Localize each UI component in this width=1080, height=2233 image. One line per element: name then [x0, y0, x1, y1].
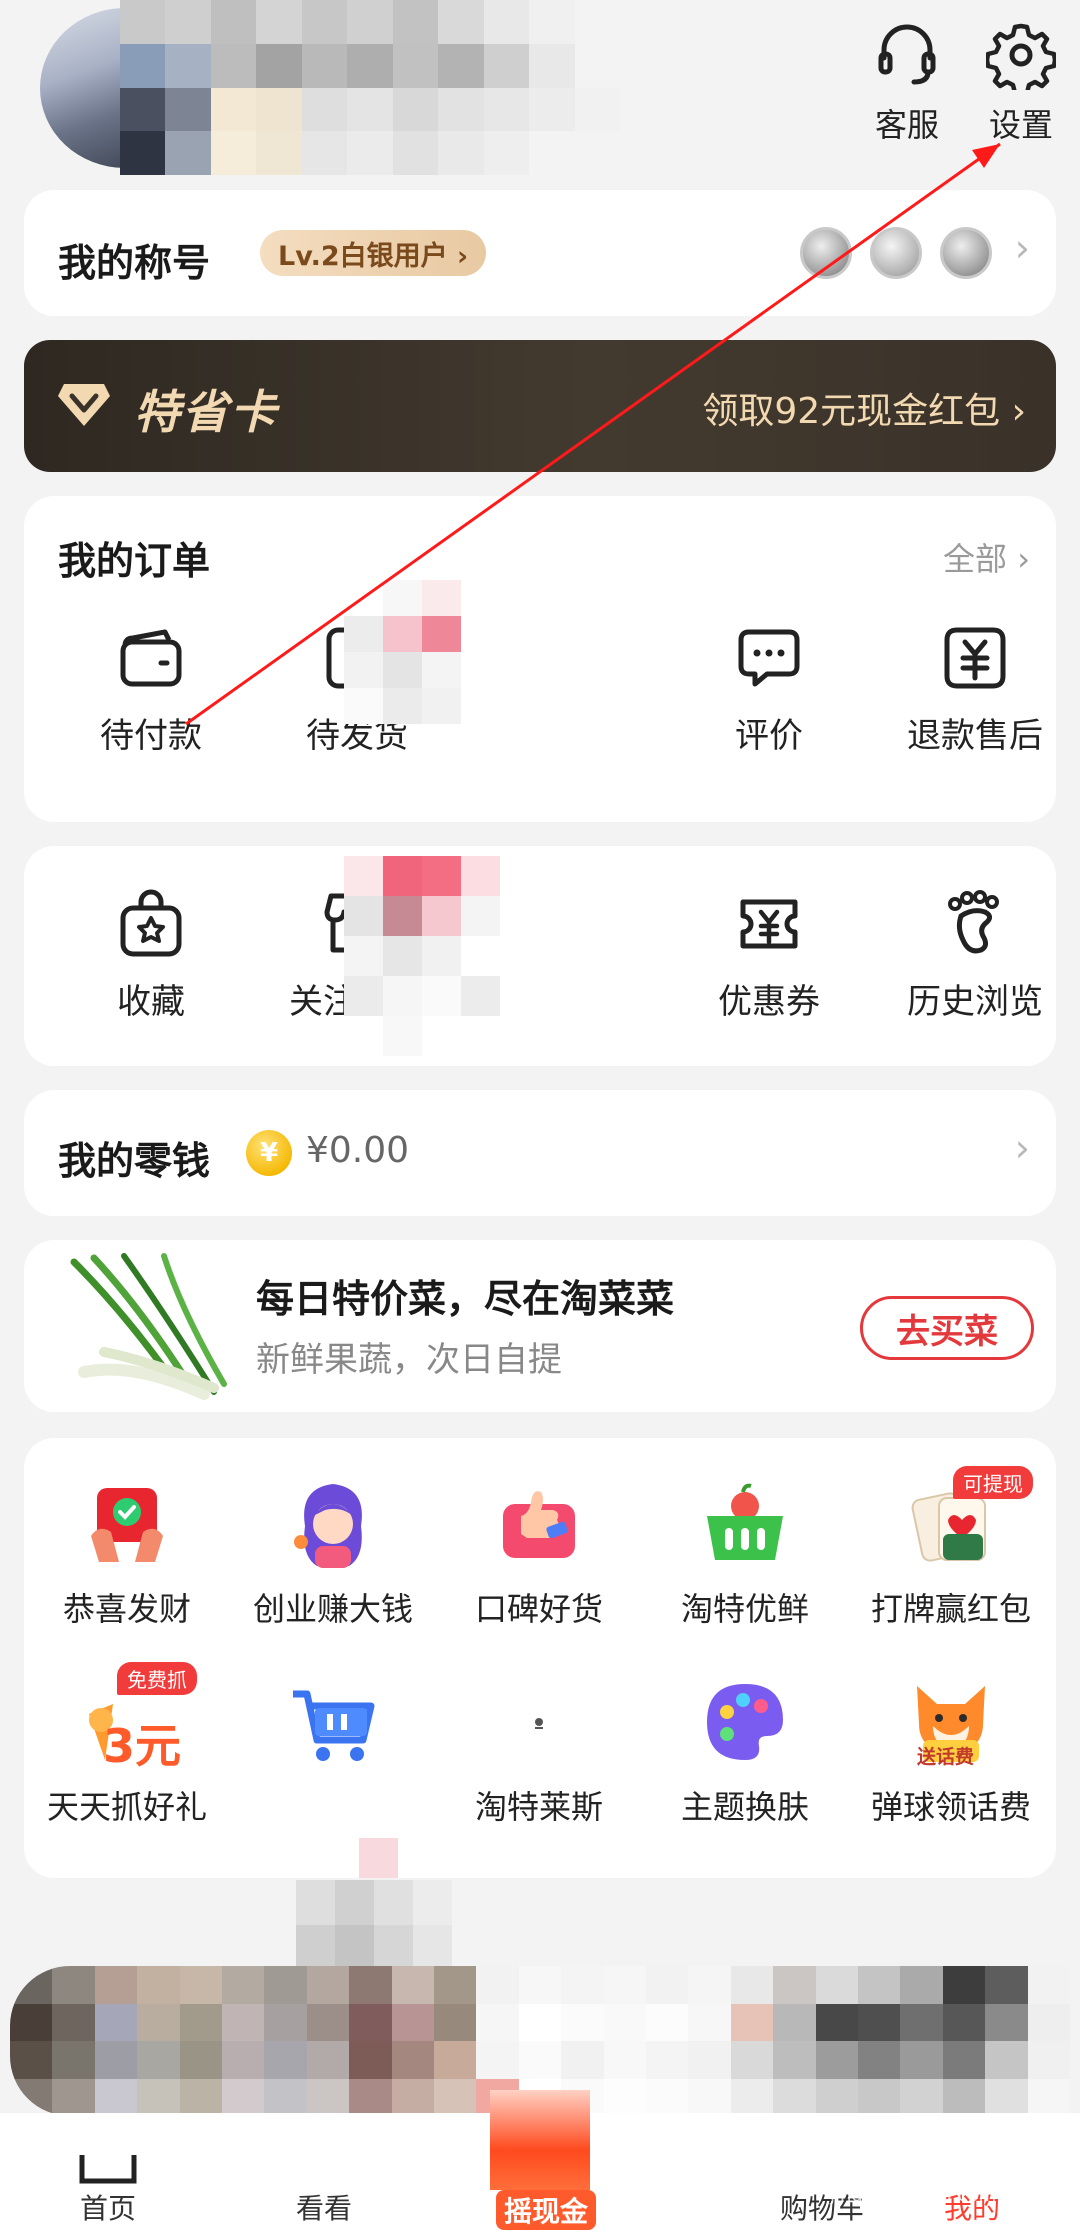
order-item-label: 退款售后: [907, 716, 1043, 756]
nav-home[interactable]: 首页: [8, 2113, 208, 2233]
free-grab-tag: 免费抓: [117, 1662, 197, 1695]
service-item[interactable]: 淘特莱斯: [436, 1674, 642, 1828]
order-review[interactable]: 评价: [674, 622, 864, 757]
service-label: 淘特莱斯: [474, 1788, 603, 1826]
footprint-icon: [948, 890, 999, 954]
level-badge[interactable]: Lv.2白银用户 ›: [260, 230, 487, 276]
favorites-item-label: 历史浏览: [907, 982, 1043, 1022]
customer-service-label: 客服: [874, 106, 939, 144]
pixelated-favorites-item: [344, 856, 500, 1056]
favorites-coupons[interactable]: 优惠券: [674, 888, 864, 1023]
comment-icon: [738, 629, 800, 687]
order-item-label: 评价: [735, 716, 803, 756]
home-icon: [79, 2155, 137, 2184]
service-label: 口碑好货: [474, 1590, 603, 1628]
service-item[interactable]: 淘特优鲜: [642, 1476, 848, 1630]
title-card-heading: 我的称号: [58, 241, 211, 285]
service-label: 淘特优鲜: [680, 1590, 809, 1628]
customer-service-button[interactable]: 客服: [852, 20, 962, 180]
orders-title: 我的订单: [58, 539, 211, 583]
wallet-card[interactable]: 我的零钱 ¥ ¥0.00 ›: [24, 1090, 1056, 1216]
veg-promo-title: 每日特价菜，尽在淘菜菜: [256, 1277, 675, 1321]
nav-look[interactable]: 看看: [224, 2113, 424, 2233]
nav-label: 看看: [295, 2192, 352, 2225]
vegetable-promo-card[interactable]: 每日特价菜，尽在淘菜菜 新鲜果蔬，次日自提 去买菜: [24, 1240, 1056, 1412]
shake-cash-icon[interactable]: [490, 2090, 590, 2190]
red-packet-icon: [79, 1476, 175, 1572]
medal-icon: [800, 227, 852, 279]
small-icon: [491, 1674, 587, 1770]
service-label: 恭喜发财: [62, 1590, 191, 1628]
phone-fee-tag: 送话费: [917, 1746, 975, 1768]
cards-icon: 可提现: [903, 1466, 1033, 1572]
chevron-right-icon: ›: [1014, 226, 1030, 270]
cashout-tag: 可提现: [953, 1466, 1033, 1499]
pixelated-overlay: [320, 1838, 476, 1878]
cart-icon: [285, 1674, 381, 1770]
fox-icon: 送话费: [903, 1674, 999, 1770]
orders-card: 我的订单 全部 › 待付款 待发货 评价 退款售后: [24, 496, 1056, 822]
service-label: 天天抓好礼: [46, 1788, 207, 1826]
refund-icon: [944, 627, 1006, 689]
medal-icon: [870, 227, 922, 279]
wallet-amount: ¥0.00: [306, 1130, 410, 1171]
green-onion-image: [70, 1253, 227, 1400]
gear-icon: [986, 23, 1056, 90]
service-item[interactable]: 3元 免费抓 天天抓好礼: [24, 1662, 230, 1828]
settings-button[interactable]: 设置: [966, 20, 1076, 180]
vip-card-title: 特省卡: [134, 385, 278, 439]
service-item[interactable]: 恭喜发财: [24, 1476, 230, 1630]
orders-all-link[interactable]: 全部 ›: [943, 534, 1030, 580]
service-item[interactable]: 送话费 弹球领话费: [848, 1674, 1054, 1828]
nav-shake-cash[interactable]: 摇现金: [496, 2190, 597, 2230]
watermark-url: jingyan.baidu.com: [830, 2185, 997, 2206]
palette-icon: [697, 1674, 793, 1770]
claw-prize-icon: 3元 免费抓: [79, 1662, 197, 1773]
pixelated-order-item: [344, 580, 500, 724]
order-refund[interactable]: 退款售后: [880, 622, 1070, 757]
headset-icon: [878, 24, 936, 85]
favorites-history[interactable]: 历史浏览: [880, 888, 1070, 1023]
veg-promo-subtitle: 新鲜果蔬，次日自提: [256, 1340, 562, 1380]
service-item[interactable]: 可提现 打牌赢红包: [848, 1466, 1054, 1630]
title-card[interactable]: 我的称号 Lv.2白银用户 › ›: [24, 190, 1056, 316]
watermark-logo: Bai du 经验: [830, 2135, 1067, 2181]
buy-vegetables-button[interactable]: 去买菜: [860, 1296, 1034, 1360]
coupon-icon: [740, 899, 798, 949]
service-label: 创业赚大钱: [252, 1590, 413, 1628]
coin-icon: ¥: [246, 1130, 292, 1176]
avatar-girl-icon: [285, 1476, 381, 1572]
nav-label: 首页: [79, 2192, 136, 2225]
chevron-right-icon: ›: [1014, 1126, 1030, 1170]
wallet-title: 我的零钱: [58, 1139, 211, 1183]
order-pending-payment[interactable]: 待付款: [56, 622, 246, 757]
settings-label: 设置: [988, 106, 1053, 144]
services-grid-card: 恭喜发财 创业赚大钱 口碑好货 淘特优鲜 可提现 打牌赢红包 3元 免费抓 天天…: [24, 1438, 1056, 1878]
diamond-icon: [58, 384, 110, 426]
service-label: 打牌赢红包: [870, 1590, 1031, 1628]
favorites-item-label: 收藏: [117, 982, 185, 1022]
favorites-card: 收藏 关注店铺 优惠券 历史浏览: [24, 846, 1056, 1066]
wallet-icon: [120, 629, 182, 687]
basket-icon: [697, 1476, 793, 1572]
service-item[interactable]: 创业赚大钱: [230, 1476, 436, 1630]
vip-card-banner[interactable]: 特省卡 领取92元现金红包 ›: [24, 340, 1056, 472]
pixelated-banner-top: [296, 1880, 452, 1970]
service-item[interactable]: 口碑好货: [436, 1476, 642, 1630]
service-label: 弹球领话费: [870, 1788, 1031, 1826]
order-item-label: 待付款: [100, 716, 202, 756]
pixelated-username: [120, 0, 620, 175]
prize-amount: 3元: [103, 1719, 182, 1773]
thumbs-up-icon: [491, 1476, 587, 1572]
service-label: 主题换肤: [680, 1788, 809, 1826]
service-item[interactable]: 主题换肤: [642, 1674, 848, 1828]
service-item[interactable]: [230, 1674, 436, 1782]
star-bag-icon: [120, 889, 182, 957]
favorites-collect[interactable]: 收藏: [56, 888, 246, 1023]
medal-icon: [940, 227, 992, 279]
favorites-item-label: 优惠券: [718, 982, 820, 1022]
vip-promo-link[interactable]: 领取92元现金红包 ›: [702, 382, 1026, 434]
